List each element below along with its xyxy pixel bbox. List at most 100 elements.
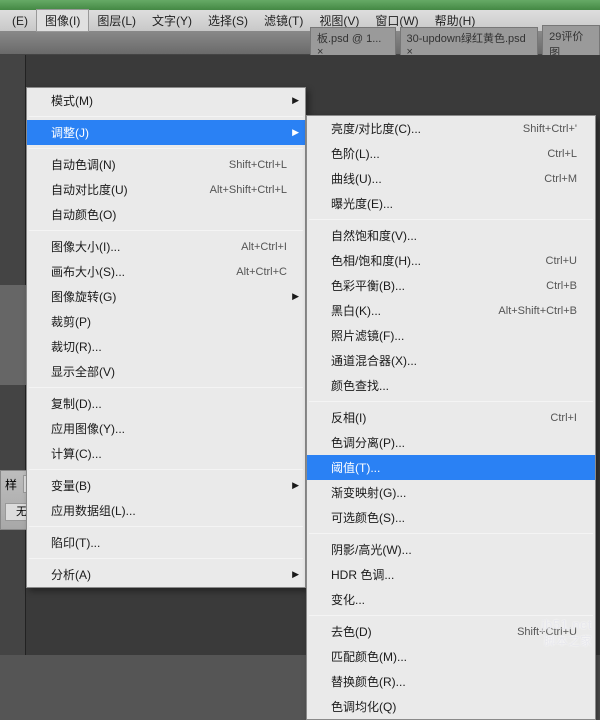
adjust-menu-item[interactable]: 变化... bbox=[307, 587, 595, 612]
image-menu-item[interactable]: 分析(A) bbox=[27, 562, 305, 587]
adjust-menu-item[interactable]: 色调均化(Q) bbox=[307, 694, 595, 719]
shortcut: Ctrl+L bbox=[547, 148, 577, 160]
menu-5[interactable]: 滤镜(T) bbox=[256, 10, 311, 31]
image-menu-item[interactable]: 裁剪(P) bbox=[27, 309, 305, 334]
menu-item-label: 计算(C)... bbox=[51, 445, 102, 462]
app-titlebar bbox=[0, 0, 600, 10]
menu-item-label: 裁剪(P) bbox=[51, 313, 91, 330]
adjust-menu-item[interactable]: 阴影/高光(W)... bbox=[307, 537, 595, 562]
image-menu-item[interactable]: 调整(J) bbox=[27, 120, 305, 145]
image-menu-item[interactable]: 图像旋转(G) bbox=[27, 284, 305, 309]
shortcut: Ctrl+B bbox=[546, 280, 577, 292]
menu-item-label: 反相(I) bbox=[331, 409, 366, 426]
menu-item-label: 亮度/对比度(C)... bbox=[331, 120, 421, 137]
menu-item-label: 图像大小(I)... bbox=[51, 238, 120, 255]
menu-item-label: 替换颜色(R)... bbox=[331, 673, 406, 690]
separator bbox=[29, 148, 303, 149]
adjust-menu-item[interactable]: HDR 色调... bbox=[307, 562, 595, 587]
menu-item-label: 分析(A) bbox=[51, 566, 91, 583]
image-menu-item[interactable]: 裁切(R)... bbox=[27, 334, 305, 359]
menu-item-label: 变化... bbox=[331, 591, 365, 608]
shortcut: Ctrl+I bbox=[550, 412, 577, 424]
image-menu-item[interactable]: 陷印(T)... bbox=[27, 530, 305, 555]
menu-item-label: 色调均化(Q) bbox=[331, 698, 396, 715]
image-menu-item[interactable]: 自动色调(N) Shift+Ctrl+L bbox=[27, 152, 305, 177]
menu-item-label: 陷印(T)... bbox=[51, 534, 100, 551]
image-menu-item[interactable]: 图像大小(I)...Alt+Ctrl+I bbox=[27, 234, 305, 259]
menu-item-label: 阈值(T)... bbox=[331, 459, 380, 476]
menu-3[interactable]: 文字(Y) bbox=[144, 10, 200, 31]
menu-item-label: 阴影/高光(W)... bbox=[331, 541, 412, 558]
adjust-menu-item[interactable]: 亮度/对比度(C)... Shift+Ctrl+' bbox=[307, 116, 595, 141]
menu-item-label: 应用图像(Y)... bbox=[51, 420, 125, 437]
menu-1[interactable]: 图像(I) bbox=[36, 9, 89, 32]
adjust-menu-item[interactable]: 可选颜色(S)... bbox=[307, 505, 595, 530]
adjust-menu-item[interactable]: 色阶(L)...Ctrl+L bbox=[307, 141, 595, 166]
adjust-menu-item[interactable]: 照片滤镜(F)... bbox=[307, 323, 595, 348]
adjust-menu-item[interactable]: 颜色查找... bbox=[307, 373, 595, 398]
adjust-menu-item[interactable]: 替换颜色(R)... bbox=[307, 669, 595, 694]
shortcut: Shift+Ctrl+L bbox=[229, 159, 287, 171]
menu-item-label: 调整(J) bbox=[51, 124, 89, 141]
workspace: 样 无 模式(M)调整(J)自动色调(N)Shift+Ctrl+L自动对比度(U… bbox=[0, 55, 600, 655]
adjust-menu-item[interactable]: 自然饱和度(V)... bbox=[307, 223, 595, 248]
menu-2[interactable]: 图层(L) bbox=[89, 10, 144, 31]
shortcut: Ctrl+M bbox=[544, 173, 577, 185]
image-menu-item[interactable]: 画布大小(S)...Alt+Ctrl+C bbox=[27, 259, 305, 284]
separator bbox=[29, 469, 303, 470]
adjust-menu-item[interactable]: 曝光度(E)... bbox=[307, 191, 595, 216]
shortcut: Shift+Ctrl+' bbox=[523, 123, 577, 135]
document-tabs: 板.psd @ 1... ×30-updown绿红黄色.psd ×29评价图 bbox=[0, 32, 600, 55]
shortcut: Alt+Shift+Ctrl+B bbox=[498, 305, 577, 317]
image-menu-item[interactable]: 应用图像(Y)... bbox=[27, 416, 305, 441]
separator bbox=[29, 387, 303, 388]
image-menu-item[interactable]: 计算(C)... bbox=[27, 441, 305, 466]
separator bbox=[29, 526, 303, 527]
menu-4[interactable]: 选择(S) bbox=[200, 10, 256, 31]
adjust-menu-item[interactable]: 阈值(T)... bbox=[307, 455, 595, 480]
adjust-menu-item[interactable]: 反相(I) Ctrl+I bbox=[307, 405, 595, 430]
adjust-menu-item[interactable]: 通道混合器(X)... bbox=[307, 348, 595, 373]
menu-item-label: 黑白(K)... bbox=[331, 302, 381, 319]
adjust-menu-item[interactable]: 渐变映射(G)... bbox=[307, 480, 595, 505]
separator bbox=[309, 615, 593, 616]
separator bbox=[309, 533, 593, 534]
separator bbox=[309, 219, 593, 220]
adjust-menu-item[interactable]: 色调分离(P)... bbox=[307, 430, 595, 455]
menu-item-label: 去色(D) bbox=[331, 623, 372, 640]
menu-item-label: 裁切(R)... bbox=[51, 338, 102, 355]
shortcut: Alt+Shift+Ctrl+L bbox=[210, 184, 287, 196]
menu-item-label: 色彩平衡(B)... bbox=[331, 277, 405, 294]
menu-item-label: 变量(B) bbox=[51, 477, 91, 494]
menu-item-label: 渐变映射(G)... bbox=[331, 484, 406, 501]
shortcut: Ctrl+U bbox=[546, 255, 577, 267]
separator bbox=[29, 230, 303, 231]
menu-item-label: 曲线(U)... bbox=[331, 170, 382, 187]
image-menu-item[interactable]: 变量(B) bbox=[27, 473, 305, 498]
menu-item-label: 模式(M) bbox=[51, 92, 93, 109]
image-menu-item[interactable]: 自动颜色(O) bbox=[27, 202, 305, 227]
menu-item-label: HDR 色调... bbox=[331, 566, 394, 583]
image-menu: 模式(M) 调整(J) 自动色调(N) Shift+Ctrl+L 自动对比度(U)Alt… bbox=[26, 87, 306, 588]
menu-item-label: 照片滤镜(F)... bbox=[331, 327, 404, 344]
menu-item-label: 匹配颜色(M)... bbox=[331, 648, 407, 665]
adjust-menu-item[interactable]: 色彩平衡(B)... Ctrl+B bbox=[307, 273, 595, 298]
menu-0[interactable]: (E) bbox=[4, 12, 36, 30]
image-menu-item[interactable]: 显示全部(V) bbox=[27, 359, 305, 384]
watermark: jb51.net 脚本之家 bbox=[542, 617, 592, 649]
menu-item-label: 自动色调(N) bbox=[51, 156, 116, 173]
menu-item-label: 通道混合器(X)... bbox=[331, 352, 417, 369]
menu-item-label: 色相/饱和度(H)... bbox=[331, 252, 421, 269]
image-menu-item[interactable]: 复制(D)... bbox=[27, 391, 305, 416]
menu-item-label: 曝光度(E)... bbox=[331, 195, 393, 212]
image-menu-item[interactable]: 应用数据组(L)... bbox=[27, 498, 305, 523]
adjust-menu-item[interactable]: 黑白(K)... Alt+Shift+Ctrl+B bbox=[307, 298, 595, 323]
adjust-menu-item[interactable]: 色相/饱和度(H)... Ctrl+U bbox=[307, 248, 595, 273]
image-menu-item[interactable]: 自动对比度(U)Alt+Shift+Ctrl+L bbox=[27, 177, 305, 202]
image-menu-item[interactable]: 模式(M) bbox=[27, 88, 305, 113]
prop-label: 样 bbox=[5, 476, 17, 493]
menu-item-label: 颜色查找... bbox=[331, 377, 389, 394]
menu-item-label: 图像旋转(G) bbox=[51, 288, 116, 305]
menu-item-label: 画布大小(S)... bbox=[51, 263, 125, 280]
adjust-menu-item[interactable]: 曲线(U)... Ctrl+M bbox=[307, 166, 595, 191]
